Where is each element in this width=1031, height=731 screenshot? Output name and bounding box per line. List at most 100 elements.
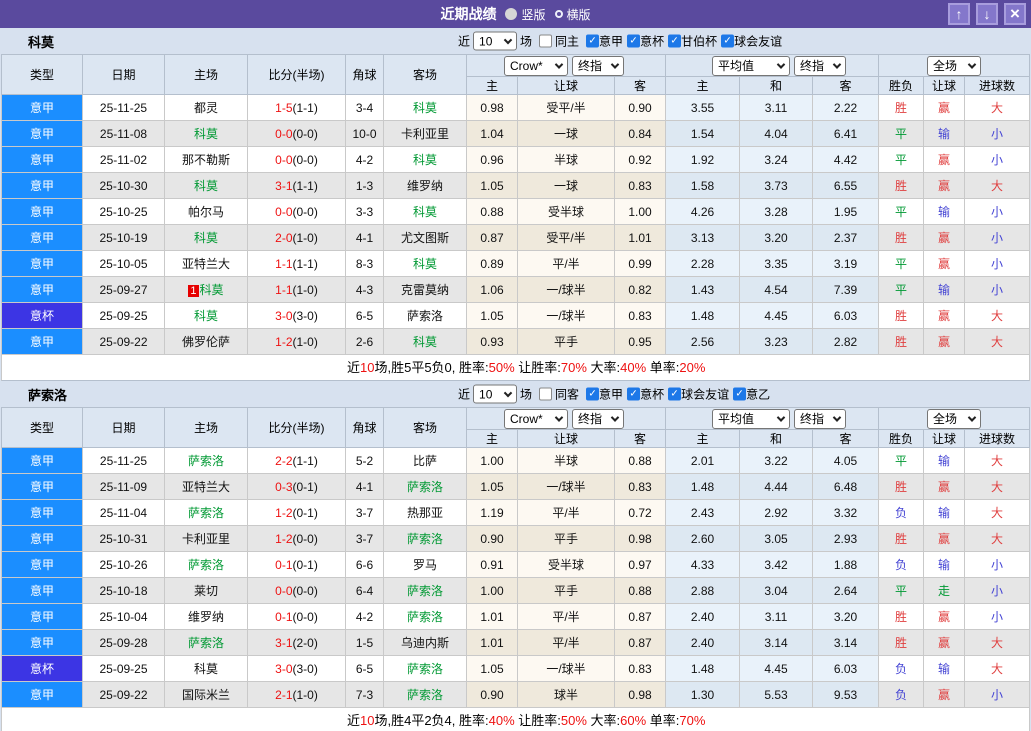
halftime-score: (0-0) bbox=[292, 531, 318, 546]
home-team-cell: 科莫 bbox=[164, 172, 248, 199]
odds-handicap-cell: 平/半 bbox=[517, 629, 615, 656]
home-team-name: 科莫 bbox=[199, 283, 224, 297]
match-row: 意甲 25-11-25 都灵 1-5(1-1) 3-4 科莫 0.98 受平/半… bbox=[1, 94, 1031, 121]
home-team-cell: 萨索洛 bbox=[164, 551, 248, 578]
away-team-cell: 萨索洛 bbox=[383, 302, 467, 329]
score-cell: 0-3(0-1) bbox=[247, 473, 346, 500]
radio-label-horizontal: 横版 bbox=[566, 7, 591, 22]
avg-home-cell: 2.40 bbox=[665, 603, 741, 630]
odds-home-cell: 1.19 bbox=[466, 499, 518, 526]
league-filter-checkbox[interactable]: ✓ bbox=[627, 387, 641, 401]
odds-away-cell: 0.98 bbox=[613, 681, 667, 708]
odds-home-cell: 0.87 bbox=[466, 224, 518, 251]
same-venue-checkbox[interactable] bbox=[539, 34, 553, 48]
halftime-score: (3-0) bbox=[292, 661, 318, 676]
col-header-score: 比分(半场) bbox=[247, 407, 346, 448]
layout-radio-vertical[interactable]: 竖版 bbox=[505, 6, 546, 23]
league-cell: 意甲 bbox=[1, 224, 83, 251]
average-select[interactable]: 平均值 bbox=[712, 55, 791, 76]
handicap-result-cell: 赢 bbox=[923, 525, 966, 552]
home-team-name: 莱切 bbox=[193, 584, 218, 598]
odds-away-cell: 0.95 bbox=[613, 328, 667, 355]
corner-cell: 6-4 bbox=[345, 577, 384, 604]
league-filter-checkbox[interactable]: ✓ bbox=[733, 387, 747, 401]
league-filter-label: 意甲 bbox=[599, 34, 624, 49]
odds-handicap-cell: 一/球半 bbox=[517, 276, 615, 303]
away-team-name: 萨索洛 bbox=[406, 688, 443, 702]
away-team-cell: 萨索洛 bbox=[383, 577, 467, 604]
odds-company-select[interactable]: Crow* bbox=[504, 408, 568, 429]
league-cell: 意甲 bbox=[1, 120, 83, 147]
league-cell: 意甲 bbox=[1, 681, 83, 708]
odds-stage-select[interactable]: 终指 bbox=[572, 408, 624, 429]
close-button[interactable]: × bbox=[1004, 3, 1026, 25]
league-filter-checkbox[interactable]: ✓ bbox=[668, 34, 682, 48]
goals-result-cell: 小 bbox=[964, 250, 1031, 277]
halftime-score: (1-1) bbox=[292, 256, 318, 271]
halftime-score: (1-0) bbox=[292, 334, 318, 349]
home-team-cell: 1 科莫 bbox=[164, 276, 248, 303]
down-arrow-icon: ↓ bbox=[983, 6, 991, 22]
odds-home-cell: 1.05 bbox=[466, 172, 518, 199]
league-filter-checkbox[interactable]: ✓ bbox=[627, 34, 641, 48]
result-cell: 胜 bbox=[878, 525, 925, 552]
near-label: 近 bbox=[458, 34, 471, 49]
avg-away-cell: 6.48 bbox=[812, 473, 880, 500]
window-title: 近期战绩 bbox=[440, 6, 497, 22]
check-icon: ✓ bbox=[588, 35, 597, 46]
check-icon: ✓ bbox=[588, 388, 597, 399]
date-cell: 25-10-18 bbox=[82, 577, 165, 604]
recent-count-select[interactable]: 10 bbox=[473, 31, 518, 51]
league-filter-checkbox[interactable]: ✓ bbox=[668, 387, 682, 401]
summary-segment: 场,胜4平2负4, 胜率: bbox=[374, 713, 489, 728]
odds-stage-value: 终指 bbox=[578, 59, 603, 73]
col-header-type: 类型 bbox=[1, 407, 83, 448]
scope-select[interactable]: 全场 bbox=[927, 55, 982, 76]
chevron-down-icon bbox=[554, 59, 564, 69]
same-venue-checkbox[interactable] bbox=[539, 387, 553, 401]
goals-result-cell: 大 bbox=[964, 629, 1031, 656]
home-team-name: 科莫 bbox=[193, 127, 218, 141]
odds-home-cell: 0.91 bbox=[466, 551, 518, 578]
avg-away-cell: 9.53 bbox=[812, 681, 880, 708]
recent-results-window: 近期战绩 竖版 横版 ↑ ↓ × 科莫 近 10 场 同主 ✓ 意甲 ✓ 意杯 … bbox=[0, 0, 1031, 731]
odds-home-cell: 1.06 bbox=[466, 276, 518, 303]
odds-stage-select[interactable]: 终指 bbox=[572, 55, 624, 76]
avg-away-cell: 3.32 bbox=[812, 499, 880, 526]
odds-company-select[interactable]: Crow* bbox=[504, 55, 568, 76]
recent-count-value: 10 bbox=[479, 387, 493, 401]
move-up-button[interactable]: ↑ bbox=[948, 3, 970, 25]
summary-segment: 单率: bbox=[646, 360, 680, 375]
league-filter-checkbox[interactable]: ✓ bbox=[586, 34, 600, 48]
halftime-score: (1-1) bbox=[292, 178, 318, 193]
recent-count-select[interactable]: 10 bbox=[473, 384, 518, 404]
average-stage-select[interactable]: 终指 bbox=[794, 408, 847, 429]
halftime-score: (0-1) bbox=[292, 505, 318, 520]
league-filter-checkbox[interactable]: ✓ bbox=[721, 34, 735, 48]
avg-home-cell: 1.58 bbox=[665, 172, 741, 199]
avg-away-cell: 4.05 bbox=[812, 447, 880, 474]
scope-select[interactable]: 全场 bbox=[927, 408, 982, 429]
result-cell: 平 bbox=[878, 577, 925, 604]
check-icon: ✓ bbox=[735, 388, 744, 399]
match-row: 意甲 25-11-04 萨索洛 1-2(0-1) 3-7 热那亚 1.19 平/… bbox=[1, 499, 1031, 526]
date-cell: 25-11-02 bbox=[82, 146, 165, 173]
away-team-cell: 罗马 bbox=[383, 551, 467, 578]
odds-handicap-cell: 一/球半 bbox=[517, 302, 615, 329]
odds-handicap-cell: 一/球半 bbox=[517, 473, 615, 500]
layout-radio-horizontal[interactable]: 横版 bbox=[554, 6, 591, 23]
average-select[interactable]: 平均值 bbox=[712, 408, 791, 429]
league-filter-checkbox[interactable]: ✓ bbox=[586, 387, 600, 401]
away-team-name: 科莫 bbox=[412, 335, 437, 349]
odds-handicap-cell: 平/半 bbox=[517, 499, 615, 526]
chevron-down-icon bbox=[503, 35, 513, 44]
home-team-name: 科莫 bbox=[193, 662, 218, 676]
average-stage-select[interactable]: 终指 bbox=[794, 55, 847, 76]
fulltime-score: 3-0 bbox=[275, 308, 293, 323]
handicap-result-cell: 输 bbox=[923, 447, 966, 474]
move-down-button[interactable]: ↓ bbox=[976, 3, 998, 25]
league-filter-label: 球会友谊 bbox=[734, 34, 783, 49]
fulltime-score: 1-5 bbox=[275, 100, 293, 115]
subcol-odds-away: 客 bbox=[613, 429, 667, 448]
avg-away-cell: 6.41 bbox=[812, 120, 880, 147]
